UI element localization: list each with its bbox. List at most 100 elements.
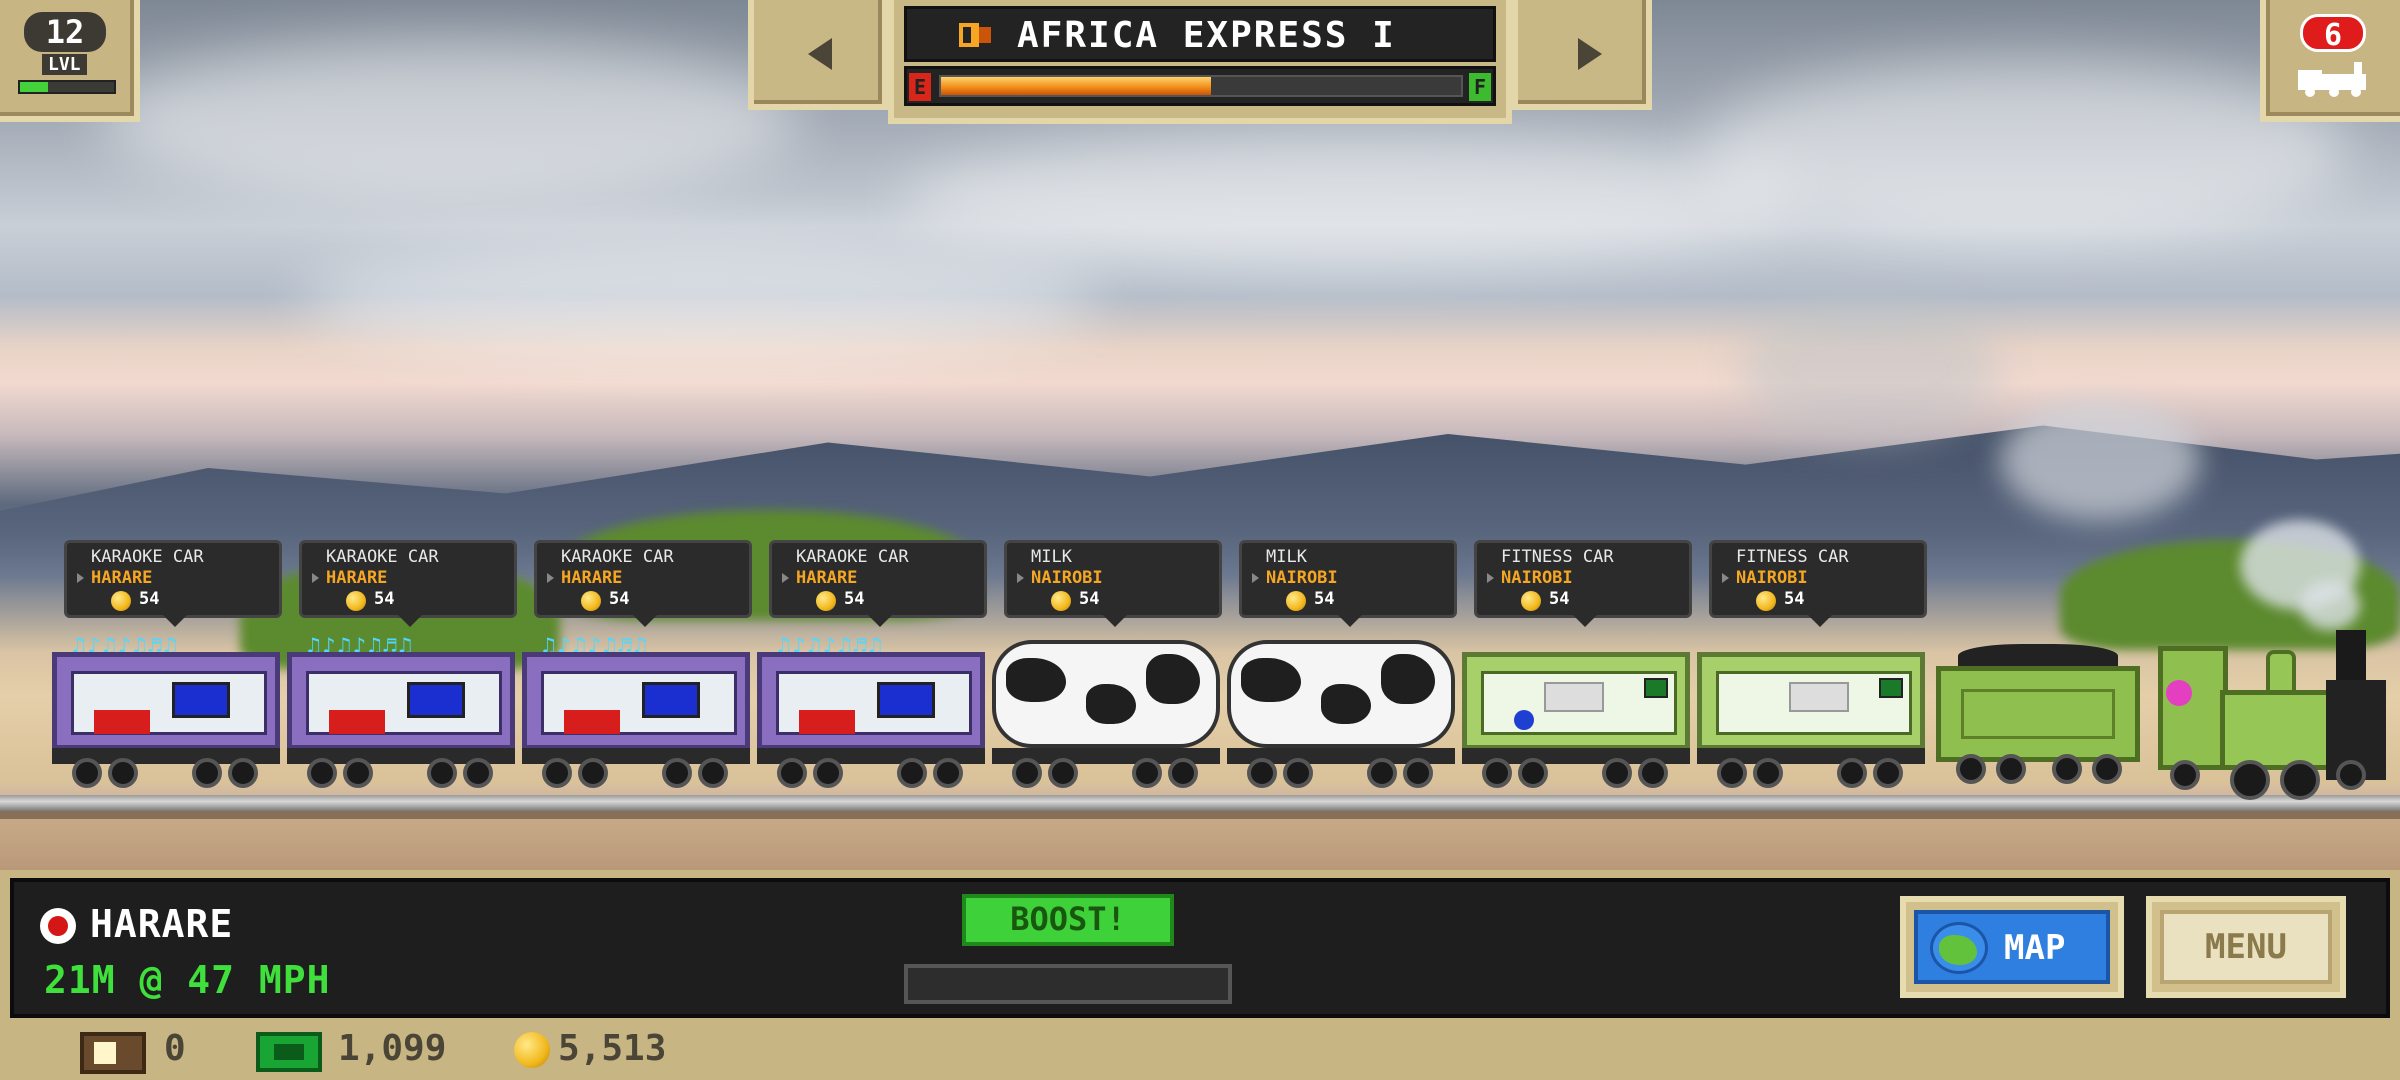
car-window bbox=[71, 671, 267, 735]
train-car-karaoke[interactable]: KARAOKE CAR HARARE 54 ♫♪♫♪♫♬♫ bbox=[287, 540, 517, 800]
wheel bbox=[1602, 758, 1632, 788]
smoke-cloud bbox=[2000, 400, 2200, 520]
karaoke-screen bbox=[642, 682, 700, 718]
car-type: FITNESS CAR bbox=[1736, 547, 1849, 567]
level-badge[interactable]: 12 LVL bbox=[0, 0, 140, 122]
drive-wheel bbox=[2230, 760, 2270, 800]
car-body bbox=[522, 652, 750, 750]
coins-amount: 5,513 bbox=[558, 1028, 667, 1069]
car-info-tag: FITNESS CAR NAIROBI 54 bbox=[1474, 540, 1692, 627]
fuel-gauge: E F bbox=[904, 66, 1496, 106]
boost-button[interactable]: BOOST! bbox=[962, 894, 1174, 946]
car-info-tag: KARAOKE CAR HARARE 54 bbox=[299, 540, 517, 627]
car-payout: 54 bbox=[1079, 589, 1100, 609]
level-progress-fill bbox=[20, 82, 49, 92]
wheel bbox=[1956, 754, 1986, 784]
current-station: HARARE bbox=[90, 902, 234, 946]
wheel bbox=[1837, 758, 1867, 788]
car-info-tag: KARAOKE CAR HARARE 54 bbox=[534, 540, 752, 627]
car-destination: HARARE bbox=[76, 568, 153, 588]
coin-icon bbox=[111, 591, 131, 611]
car-info-tag: KARAOKE CAR HARARE 54 bbox=[64, 540, 282, 627]
karaoke-screen bbox=[877, 682, 935, 718]
coin-icon bbox=[1756, 591, 1776, 611]
wheel bbox=[2092, 754, 2122, 784]
wheel bbox=[777, 758, 807, 788]
coin-icon bbox=[346, 591, 366, 611]
sofa bbox=[799, 710, 855, 734]
cloud bbox=[900, 130, 1800, 270]
wheel bbox=[1132, 758, 1162, 788]
wheel bbox=[1717, 758, 1747, 788]
train-car-fitness[interactable]: FITNESS CAR NAIROBI 54 bbox=[1462, 540, 1692, 800]
cloud bbox=[300, 240, 1100, 360]
car-payout: 54 bbox=[1314, 589, 1335, 609]
monitor bbox=[1644, 678, 1668, 698]
rail-shadow bbox=[0, 811, 2400, 819]
tickets-count: 0 bbox=[164, 1028, 186, 1069]
train-name: AFRICA EXPRESS I bbox=[1017, 15, 1396, 56]
car-payout: 54 bbox=[374, 589, 395, 609]
prev-train-button[interactable] bbox=[748, 0, 888, 110]
wheel bbox=[1873, 758, 1903, 788]
boost-progress-bar bbox=[904, 964, 1232, 1004]
smoke-cloud bbox=[1740, 300, 2000, 440]
coin-icon bbox=[1051, 591, 1071, 611]
train-name-box: AFRICA EXPRESS I E F bbox=[888, 0, 1512, 124]
next-train-button[interactable] bbox=[1512, 0, 1652, 110]
car-payout: 54 bbox=[1784, 589, 1805, 609]
car-payout: 54 bbox=[1549, 589, 1570, 609]
wheel bbox=[1367, 758, 1397, 788]
treadmill bbox=[1544, 682, 1604, 712]
cow-spot bbox=[1381, 654, 1435, 704]
car-payout: 54 bbox=[139, 589, 160, 609]
menu-button[interactable]: MENU bbox=[2146, 896, 2346, 998]
steam-locomotive[interactable] bbox=[2150, 620, 2400, 800]
train-car-milk[interactable]: MILK NAIROBI 54 bbox=[992, 540, 1222, 800]
car-window bbox=[1481, 671, 1677, 735]
car-type: MILK bbox=[1266, 547, 1307, 567]
wheel bbox=[578, 758, 608, 788]
cow-spot bbox=[1146, 654, 1200, 704]
bottom-hud: HARARE 21M @ 47 MPH BOOST! MAP MENU 0 1,… bbox=[0, 870, 2400, 1080]
trains-badge[interactable]: 6 bbox=[2260, 0, 2400, 122]
cash-icon bbox=[256, 1032, 322, 1072]
arrow-left-icon bbox=[808, 38, 832, 70]
car-destination: HARARE bbox=[546, 568, 623, 588]
locomotive-icon bbox=[959, 23, 991, 47]
wheel bbox=[1048, 758, 1078, 788]
wheel bbox=[463, 758, 493, 788]
drive-wheel bbox=[2280, 760, 2320, 800]
wheel bbox=[1012, 758, 1042, 788]
distance-speed: 21M @ 47 MPH bbox=[44, 958, 331, 1002]
map-button[interactable]: MAP bbox=[1900, 896, 2124, 998]
fuel-empty-label: E bbox=[909, 73, 931, 101]
train-car-milk[interactable]: MILK NAIROBI 54 bbox=[1227, 540, 1457, 800]
treadmill bbox=[1789, 682, 1849, 712]
car-destination: HARARE bbox=[311, 568, 388, 588]
train-car-fitness[interactable]: FITNESS CAR NAIROBI 54 bbox=[1697, 540, 1927, 800]
wheel bbox=[1403, 758, 1433, 788]
wheel bbox=[427, 758, 457, 788]
train-car-karaoke[interactable]: KARAOKE CAR HARARE 54 ♫♪♫♪♫♬♫ bbox=[52, 540, 282, 800]
cow-spot bbox=[1086, 684, 1136, 724]
wheel bbox=[1168, 758, 1198, 788]
car-type: MILK bbox=[1031, 547, 1072, 567]
car-payout: 54 bbox=[609, 589, 630, 609]
wheel bbox=[662, 758, 692, 788]
car-body bbox=[1462, 652, 1690, 750]
coal-tender[interactable] bbox=[1936, 644, 2140, 794]
car-body bbox=[52, 652, 280, 750]
car-body bbox=[1697, 652, 1925, 750]
wheel bbox=[1247, 758, 1277, 788]
arrow-right-icon bbox=[1578, 38, 1602, 70]
train-car-karaoke[interactable]: KARAOKE CAR HARARE 54 ♫♪♫♪♫♬♫ bbox=[522, 540, 752, 800]
station-marker-icon bbox=[40, 908, 76, 944]
coin-icon bbox=[1286, 591, 1306, 611]
wheel bbox=[1518, 758, 1548, 788]
car-window bbox=[541, 671, 737, 735]
map-button-face: MAP bbox=[1914, 910, 2110, 984]
ticket-icon bbox=[80, 1032, 146, 1074]
milk-tank bbox=[992, 640, 1220, 748]
train-car-karaoke[interactable]: KARAOKE CAR HARARE 54 ♫♪♫♪♫♬♫ bbox=[757, 540, 987, 800]
